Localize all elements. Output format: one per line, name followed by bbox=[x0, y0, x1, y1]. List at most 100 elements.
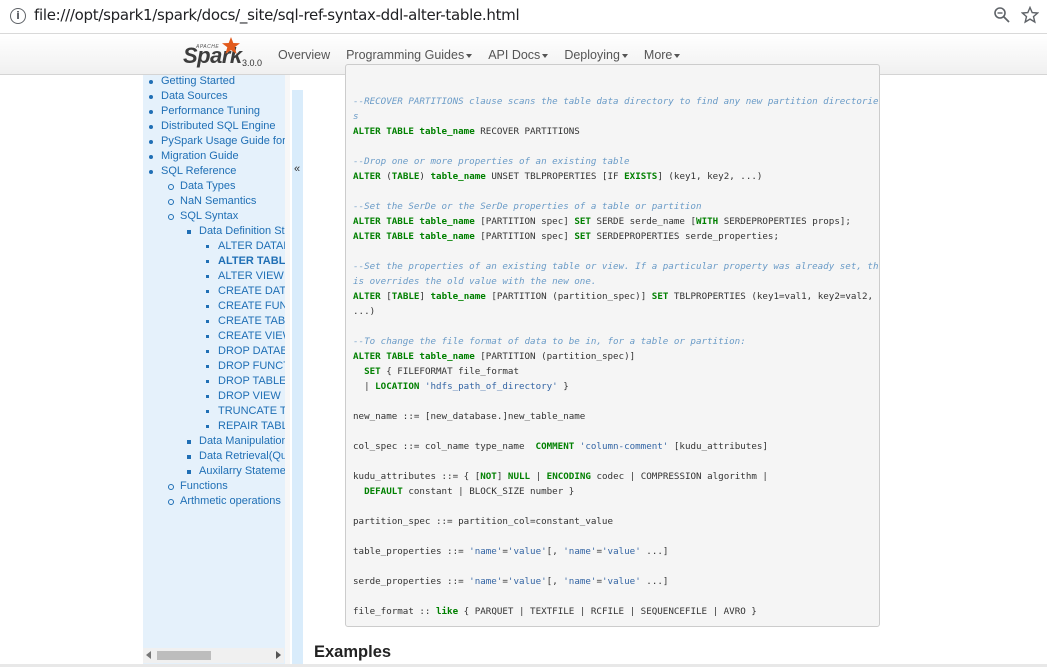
nav-item-label: Deploying bbox=[564, 48, 620, 62]
sidebar-item[interactable]: CREATE TABL bbox=[205, 314, 288, 329]
code-line: new_name ::= [new_database.]new_table_na… bbox=[353, 409, 585, 424]
sidebar-item[interactable]: ALTER VIEW bbox=[206, 269, 284, 284]
code-token: ...) bbox=[353, 306, 376, 317]
code-line: table_properties ::= 'name'='value'[, 'n… bbox=[353, 544, 668, 559]
code-token: NULL bbox=[507, 471, 531, 482]
info-icon[interactable]: i bbox=[10, 8, 26, 24]
code-token: [, bbox=[546, 576, 564, 587]
code-token: SET bbox=[651, 291, 669, 302]
code-line: kudu_attributes ::= { [NOT] NULL | ENCOD… bbox=[353, 469, 768, 484]
code-token: UNSET TBLPROPERTIES [IF bbox=[485, 171, 625, 182]
sidebar-item[interactable]: Data Definition Sta bbox=[187, 224, 288, 239]
code-line: --RECOVER PARTITIONS clause scans the ta… bbox=[353, 94, 878, 109]
sidebar-item[interactable]: Data Types bbox=[167, 179, 235, 194]
sidebar-item[interactable]: ALTER TABLE bbox=[206, 254, 288, 269]
bookmark-star-icon[interactable] bbox=[1021, 6, 1039, 24]
code-token: [kudu_attributes] bbox=[668, 441, 768, 452]
sidebar-item[interactable]: Migration Guide bbox=[149, 149, 239, 164]
code-token: EXISTS bbox=[624, 171, 658, 182]
code-token: col_spec ::= col_name type_name bbox=[353, 441, 536, 452]
code-line: ALTER [TABLE] table_name [PARTITION (par… bbox=[353, 289, 873, 304]
code-line: col_spec ::= col_name type_name COMMENT … bbox=[353, 439, 768, 454]
code-token: SET bbox=[574, 216, 591, 227]
code-token: ...] bbox=[640, 576, 669, 587]
sidebar-item[interactable]: Distributed SQL Engine bbox=[149, 119, 276, 134]
sidebar-item[interactable]: TRUNCATE TA bbox=[205, 404, 288, 419]
sidebar-item[interactable]: DROP FUNCT bbox=[206, 359, 288, 374]
code-token: SET bbox=[574, 231, 591, 242]
scroll-right-arrow-icon[interactable] bbox=[276, 651, 281, 659]
code-token: ] (key1, key2, ...) bbox=[657, 171, 763, 182]
sidebar-item[interactable]: CREATE VIEW bbox=[206, 329, 288, 344]
caret-down-icon bbox=[466, 53, 473, 58]
sidebar-item[interactable]: DROP DATAB bbox=[206, 344, 288, 359]
code-token: ) bbox=[419, 171, 431, 182]
code-token: ...] bbox=[640, 546, 669, 557]
sidebar-item[interactable]: Performance Tuning bbox=[148, 104, 260, 119]
code-token: [ bbox=[380, 291, 392, 302]
sidebar-item[interactable]: Functions bbox=[168, 479, 228, 494]
code-token: ALTER bbox=[353, 171, 381, 182]
spark-logo[interactable]: APACHE Spark 3.0.0 bbox=[183, 37, 265, 72]
sidebar-item[interactable]: Getting Started bbox=[149, 75, 235, 89]
code-token: 'value' bbox=[602, 546, 641, 557]
sidebar-horizontal-scrollbar[interactable] bbox=[143, 648, 284, 663]
code-token: WITH bbox=[696, 216, 719, 227]
code-token: table_name bbox=[430, 291, 486, 302]
code-token: codec | COMPRESSION algorithm | bbox=[590, 471, 768, 482]
code-token: [, bbox=[546, 546, 564, 557]
sidebar-item[interactable]: Data Retrieval(Que bbox=[186, 449, 288, 464]
code-token: 'name' bbox=[469, 576, 503, 587]
sidebar-item[interactable]: SQL Reference bbox=[148, 164, 236, 179]
code-token: --RECOVER PARTITIONS clause scans the ta… bbox=[353, 96, 879, 107]
code-token: LOCATION bbox=[375, 381, 420, 392]
code-token: 'column-comment' bbox=[579, 441, 669, 452]
code-token: RECOVER PARTITIONS bbox=[474, 126, 580, 137]
sidebar-vertical-scrollbar[interactable] bbox=[285, 75, 290, 664]
sidebar-item[interactable]: DROP VIEW bbox=[206, 389, 281, 404]
code-token: like bbox=[435, 606, 459, 617]
sidebar: Getting Started Data Sources Performance T… bbox=[143, 75, 288, 664]
sidebar-item[interactable]: REPAIR TABL bbox=[206, 419, 288, 434]
url-field[interactable]: file:///opt/spark1/spark/docs/_site/sql-… bbox=[34, 6, 520, 24]
code-token: ] bbox=[496, 471, 508, 482]
code-token: ] bbox=[419, 291, 431, 302]
sidebar-item[interactable]: CREATE FUNC bbox=[205, 299, 288, 314]
code-token: file_format :: bbox=[353, 606, 436, 617]
code-token: partition_spec ::= partition_col=constan… bbox=[353, 516, 613, 527]
code-token: --Drop one or more properties of an exis… bbox=[353, 156, 630, 167]
browser-address-bar: i file:///opt/spark1/spark/docs/_site/sq… bbox=[0, 0, 1047, 34]
code-line: ALTER TABLE table_name RECOVER PARTITION… bbox=[353, 124, 580, 139]
nav-item-label: API Docs bbox=[488, 48, 541, 62]
version-label: 3.0.0 bbox=[242, 58, 263, 68]
sidebar-item[interactable]: SQL Syntax bbox=[167, 209, 238, 224]
sidebar-item[interactable]: Auxilarry Statemen bbox=[187, 464, 288, 479]
code-token: [PARTITION (partition_spec)] bbox=[485, 291, 652, 302]
code-token: 'name' bbox=[563, 546, 597, 557]
code-token: [PARTITION spec] bbox=[474, 231, 575, 242]
code-token: TBLPROPERTIES (key1=val1, key2=val2, bbox=[668, 291, 874, 302]
sidebar-item[interactable]: Data Manipulation bbox=[187, 434, 288, 449]
caret-down-icon bbox=[621, 53, 628, 58]
code-token: table_properties ::= bbox=[353, 546, 470, 557]
sidebar-item[interactable]: CREATE DATA bbox=[206, 284, 288, 299]
sidebar-item[interactable]: DROP TABLE bbox=[205, 374, 286, 389]
sidebar-item[interactable]: NaN Semantics bbox=[167, 194, 256, 209]
sidebar-item[interactable]: PySpark Usage Guide for P bbox=[148, 134, 288, 149]
sidebar-collapse-column[interactable] bbox=[292, 90, 303, 664]
nav-item-overview[interactable]: Overview bbox=[270, 35, 338, 75]
sidebar-collapse-icon[interactable]: « bbox=[294, 163, 300, 175]
nav-item-label: Overview bbox=[278, 48, 331, 62]
code-token: ENCODING bbox=[546, 471, 591, 482]
nav-item-label: Programming Guides bbox=[346, 48, 465, 62]
scroll-left-arrow-icon[interactable] bbox=[146, 651, 151, 659]
code-token: COMMENT bbox=[535, 441, 575, 452]
sidebar-item[interactable]: Data Sources bbox=[149, 89, 228, 104]
sidebar-item[interactable]: ALTER DATAB bbox=[206, 239, 288, 254]
sidebar-item[interactable]: Arthmetic operations bbox=[168, 494, 281, 509]
zoom-icon[interactable] bbox=[993, 6, 1011, 24]
scroll-thumb[interactable] bbox=[157, 651, 211, 660]
code-token: ( bbox=[380, 171, 392, 182]
